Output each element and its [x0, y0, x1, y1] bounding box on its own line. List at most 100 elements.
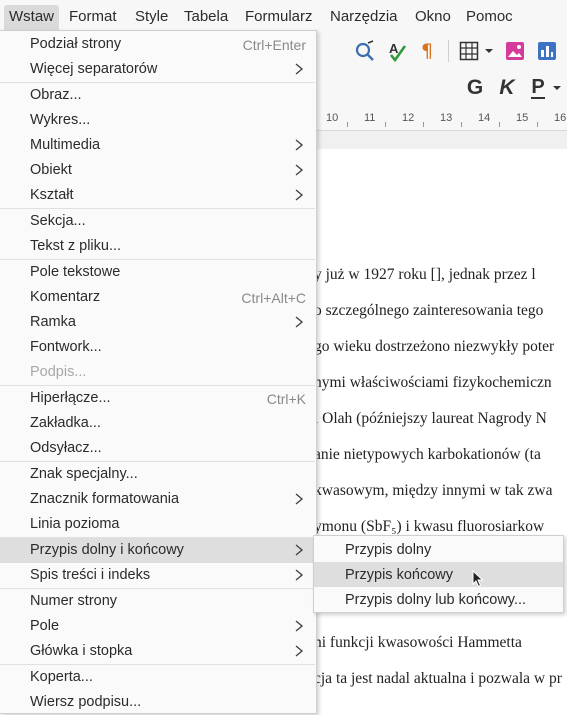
ruler-number: 16	[554, 112, 567, 124]
menu-item-label: Numer strony	[30, 593, 118, 609]
italic-icon: K	[499, 76, 515, 99]
menu-item-shape[interactable]: Kształt	[0, 183, 315, 208]
menu-item-label: Kształt	[30, 187, 74, 203]
menu-style[interactable]: Style	[135, 8, 168, 25]
chevron-right-icon	[295, 569, 304, 581]
menu-item-hyperlink[interactable]: Hiperłącze... Ctrl+K	[0, 386, 315, 411]
menu-item-page-break[interactable]: Podział strony Ctrl+Enter	[0, 32, 315, 57]
menu-item-label: Podpis...	[30, 364, 87, 380]
submenu-item-label: Przypis dolny	[345, 542, 432, 558]
menu-item-label: Pole	[30, 618, 60, 634]
menu-item-multimedia[interactable]: Multimedia	[0, 133, 315, 158]
menu-item-label: Znak specjalny...	[30, 466, 138, 482]
spelling-icon[interactable]: A	[384, 38, 410, 64]
find-replace-icon[interactable]	[352, 38, 378, 64]
menu-item-cross-reference[interactable]: Odsyłacz...	[0, 436, 315, 461]
menu-wstaw[interactable]: Wstaw	[4, 5, 59, 31]
document-line: cja ta jest nadal aktualna i pozwala w p…	[314, 670, 562, 687]
chevron-right-icon	[295, 139, 304, 151]
menu-item-chart[interactable]: Wykres...	[0, 108, 315, 133]
menu-item-frame[interactable]: Ramka	[0, 310, 315, 335]
ruler-number: 14	[478, 112, 491, 124]
chevron-right-icon	[295, 316, 304, 328]
menu-item-label: Koperta...	[30, 669, 93, 685]
menu-item-label: Główka i stopka	[30, 643, 133, 659]
menu-item-envelope[interactable]: Koperta...	[0, 665, 315, 690]
document-line: ymonu (SbF₅) i kwasu fluorosiarkow	[314, 518, 545, 535]
menu-item-page-number[interactable]: Numer strony	[0, 589, 315, 614]
chevron-right-icon	[295, 544, 304, 556]
menu-item-text-from-file[interactable]: Tekst z pliku...	[0, 234, 315, 259]
menu-formularz[interactable]: Formularz	[245, 8, 313, 25]
menu-item-label: Znacznik formatowania	[30, 491, 180, 507]
ruler-number: 12	[402, 112, 415, 124]
underline-dropdown-icon[interactable]	[550, 74, 564, 102]
menu-item-label: Spis treści i indeks	[30, 567, 151, 583]
menu-item-label: Ramka	[30, 314, 76, 330]
document-line: o szczególnego zainteresowania tego	[314, 302, 544, 319]
table-dropdown-icon[interactable]	[482, 38, 496, 64]
insert-menu: Podział strony Ctrl+Enter Więcej separat…	[0, 30, 317, 714]
menu-item-footnote-endnote[interactable]: Przypis dolny i końcowy	[0, 538, 315, 563]
menu-item-shortcut: Ctrl+Alt+C	[241, 290, 306, 306]
menu-item-section[interactable]: Sekcja...	[0, 209, 315, 234]
menu-item-label: Wiersz podpisu...	[30, 694, 142, 710]
menu-item-label: Pole tekstowe	[30, 264, 121, 280]
menu-item-label: Hiperłącze...	[30, 390, 111, 406]
horizontal-ruler[interactable]: 10 11 12 13 14 15 16	[314, 108, 567, 131]
ruler-number: 15	[516, 112, 529, 124]
menu-item-label: Zakładka...	[30, 415, 101, 431]
toolbar-separator	[448, 40, 449, 62]
formatting-marks-icon[interactable]: ¶	[416, 38, 440, 64]
document-line: kwasowym, między innymi w tak zwa	[314, 482, 553, 499]
menu-okno[interactable]: Okno	[415, 8, 451, 25]
menu-item-horizontal-line[interactable]: Linia pozioma	[0, 512, 315, 537]
menu-item-caption: Podpis...	[0, 360, 315, 385]
submenu-item-endnote[interactable]: Przypis końcowy	[314, 562, 563, 588]
menu-item-image[interactable]: Obraz...	[0, 83, 315, 108]
underline-button[interactable]: P	[526, 74, 550, 102]
menu-item-header-footer[interactable]: Główka i stopka	[0, 639, 315, 664]
document-line: nymi właściwościami fizykochemiczn	[314, 374, 552, 391]
menu-item-table-of-contents[interactable]: Spis treści i indeks	[0, 563, 315, 588]
document-line: ni funkcji kwasowości Hammetta	[314, 634, 522, 651]
menu-item-more-breaks[interactable]: Więcej separatorów	[0, 57, 315, 82]
document-line: anie nietypowych karbokationów (ta	[314, 446, 541, 463]
menu-item-label: Tekst z pliku...	[30, 238, 122, 254]
menu-narzedzia[interactable]: Narzędzia	[330, 8, 398, 25]
document-line: go wieku dostrzeżono niezwykły poter	[314, 338, 555, 355]
menu-format[interactable]: Format	[69, 8, 117, 25]
insert-image-icon[interactable]	[502, 38, 528, 64]
menu-item-label: Więcej separatorów	[30, 61, 158, 77]
ruler-number: 13	[440, 112, 453, 124]
menu-item-label: Odsyłacz...	[30, 440, 102, 456]
table-icon[interactable]	[456, 38, 482, 64]
menu-item-label: Obiekt	[30, 162, 72, 178]
menu-item-fontwork[interactable]: Fontwork...	[0, 335, 315, 360]
menu-item-label: Multimedia	[30, 137, 101, 153]
menu-item-text-box[interactable]: Pole tekstowe	[0, 260, 315, 285]
menu-tabela[interactable]: Tabela	[184, 8, 228, 25]
menu-item-object[interactable]: Obiekt	[0, 158, 315, 183]
underline-icon: P	[531, 76, 545, 99]
menu-item-field[interactable]: Pole	[0, 614, 315, 639]
bold-button[interactable]: G	[462, 74, 488, 102]
insert-chart-icon[interactable]	[534, 38, 560, 64]
menu-item-bookmark[interactable]: Zakładka...	[0, 411, 315, 436]
menu-item-label: Obraz...	[30, 87, 82, 103]
menu-item-comment[interactable]: Komentarz Ctrl+Alt+C	[0, 285, 315, 310]
menu-item-label: Komentarz	[30, 289, 101, 305]
submenu-item-footnote[interactable]: Przypis dolny	[314, 537, 563, 562]
svg-text:¶: ¶	[421, 40, 433, 62]
menu-item-signature-line[interactable]: Wiersz podpisu...	[0, 690, 315, 715]
menu-item-shortcut: Ctrl+K	[266, 391, 306, 407]
document-line: i Olah (późniejszy laureat Nagrody N	[314, 410, 547, 427]
ruler-number: 11	[364, 112, 376, 124]
menu-item-label: Przypis dolny i końcowy	[30, 542, 184, 558]
menu-item-special-character[interactable]: Znak specjalny...	[0, 462, 315, 487]
italic-button[interactable]: K	[494, 74, 520, 102]
document-page[interactable]: y już w 1927 roku [], jednak przez l o s…	[314, 149, 567, 712]
menu-pomoc[interactable]: Pomoc	[466, 8, 513, 25]
menu-item-formatting-mark[interactable]: Znacznik formatowania	[0, 487, 315, 512]
submenu-item-footnote-or-endnote[interactable]: Przypis dolny lub końcowy...	[314, 587, 563, 612]
